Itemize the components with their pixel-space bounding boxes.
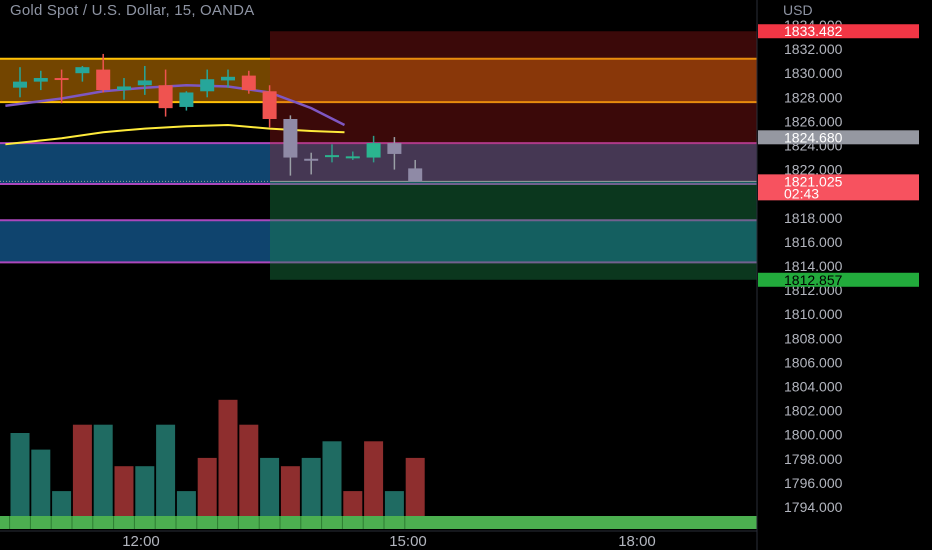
candle-body	[221, 76, 235, 81]
volume-bar	[280, 466, 300, 516]
price-label-stop: 1833.482	[784, 23, 843, 39]
volume-bar	[52, 491, 72, 516]
price-tick-label: 1826.000	[784, 113, 843, 129]
volume-bar	[93, 424, 113, 516]
price-label-target: 1812.857	[784, 272, 843, 288]
candle-body	[200, 79, 215, 92]
candle-body	[96, 69, 111, 91]
price-label-mark: 1824.680	[784, 129, 843, 145]
time-tick-label: 15:00	[389, 533, 427, 550]
candle-body	[179, 92, 194, 107]
currency-label: USD	[783, 2, 813, 18]
time-tick-label: 18:00	[618, 533, 656, 550]
volume-bars	[0, 399, 757, 529]
candle-body	[241, 75, 256, 91]
price-chart[interactable]: 1834.0001832.0001830.0001828.0001826.000…	[0, 0, 932, 550]
volume-bar	[322, 441, 342, 516]
time-tick-label: 12:00	[122, 533, 160, 550]
price-tick-label: 1830.000	[784, 65, 843, 81]
price-tick-label: 1798.000	[784, 451, 843, 467]
price-tick-label: 1808.000	[784, 330, 843, 346]
volume-bar	[364, 441, 384, 516]
candle-body	[387, 143, 402, 154]
volume-bar	[31, 449, 51, 516]
candle-body	[325, 155, 339, 158]
candle-body	[117, 86, 131, 91]
volume-bar	[218, 399, 238, 516]
candle-body	[13, 81, 27, 88]
candle-body	[158, 85, 173, 109]
volume-bar	[239, 424, 259, 516]
price-tick-label: 1796.000	[784, 475, 843, 491]
volume-bar	[343, 491, 363, 516]
volume-bar	[72, 424, 92, 516]
candle-body	[304, 158, 319, 161]
volume-bar	[10, 433, 30, 516]
price-tick-label: 1794.000	[784, 499, 843, 515]
price-tick-label: 1804.000	[784, 379, 843, 395]
volume-bar	[260, 457, 280, 516]
price-tick-label: 1818.000	[784, 210, 843, 226]
candle-body	[366, 143, 381, 158]
volume-bar	[197, 457, 217, 516]
volume-bar	[135, 466, 155, 516]
price-tick-label: 1800.000	[784, 427, 843, 443]
symbol-title[interactable]: Gold Spot / U.S. Dollar, 15, OANDA	[10, 2, 254, 19]
candle-body	[33, 78, 48, 82]
candle-body	[54, 78, 69, 81]
candle-body	[408, 168, 423, 182]
candle-body	[345, 156, 360, 159]
volume-bar	[176, 491, 196, 516]
position-target-area	[270, 181, 757, 280]
position-stop-area	[270, 31, 757, 182]
price-tick-label: 1828.000	[784, 89, 843, 105]
price-tick-label: 1810.000	[784, 306, 843, 322]
candle-body	[75, 67, 90, 74]
candle-body	[262, 91, 277, 119]
price-tick-label: 1802.000	[784, 403, 843, 419]
volume-bar	[405, 457, 425, 516]
volume-bar	[114, 466, 134, 516]
candle-body	[283, 118, 298, 158]
candle-body	[137, 80, 152, 86]
volume-bar	[384, 491, 404, 516]
volume-bar	[301, 457, 321, 516]
price-tick-label: 1816.000	[784, 234, 843, 250]
time-axis[interactable]: 12:00 15:00 18:00	[0, 530, 757, 550]
price-tick-label: 1832.000	[784, 41, 843, 57]
volume-bar	[156, 424, 176, 516]
price-tick-label: 1806.000	[784, 354, 843, 370]
price-label-countdown: 02:43	[784, 185, 819, 201]
